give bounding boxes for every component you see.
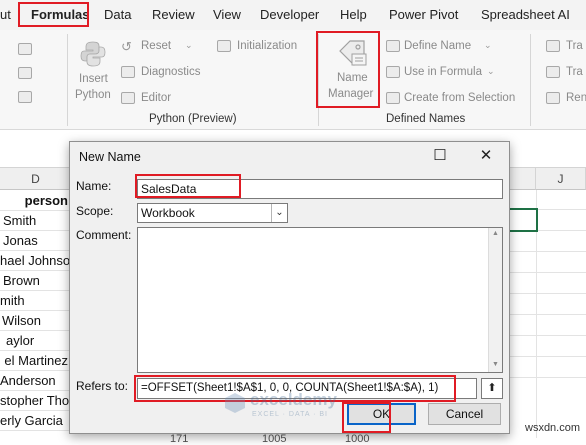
tab-data[interactable]: Data <box>104 7 131 22</box>
exceldemy-logo-icon <box>225 393 245 413</box>
cell-d[interactable]: erly Garcia <box>0 411 70 431</box>
python-group-label: Python (Preview) <box>149 113 237 125</box>
diagnostics-button[interactable]: Diagnostics <box>141 66 200 78</box>
insert-python-label-1: Insert <box>79 73 108 85</box>
cell-d[interactable]: aylor <box>0 331 70 351</box>
initialization-button[interactable]: Initialization <box>237 40 297 52</box>
cell-d-header[interactable]: person <box>0 191 70 211</box>
chevron-down-icon: ⌄ <box>487 66 495 76</box>
grid-line <box>510 314 586 315</box>
editor-icon <box>121 92 135 104</box>
scroll-down-icon[interactable]: ▼ <box>492 361 499 368</box>
trace-precedents-icon <box>546 40 560 52</box>
define-name-button[interactable]: Define Name <box>404 40 471 52</box>
cell-d[interactable]: Smith <box>0 211 70 231</box>
insert-python-button[interactable] <box>80 40 106 71</box>
cell-d[interactable]: hael Johnson <box>0 251 70 271</box>
tab-view[interactable]: View <box>213 7 241 22</box>
trace-dependents-icon <box>546 66 560 78</box>
cell-d[interactable]: stopher Thom <box>0 391 70 411</box>
scope-label: Scope: <box>76 204 114 218</box>
reset-icon: ↺ <box>121 39 132 54</box>
ribbon-separator <box>67 34 68 126</box>
reset-button[interactable]: Reset <box>141 40 171 52</box>
grid-line <box>510 356 586 357</box>
column-header-d[interactable]: D <box>0 168 72 190</box>
formulas-tab-highlight <box>18 2 89 27</box>
grid-line <box>510 293 586 294</box>
ribbon-body: Insert Python ↺ Reset ⌄ Diagnostics Edit… <box>0 30 586 130</box>
remove-arrows-button[interactable]: Ren <box>566 92 586 104</box>
create-from-selection-icon <box>386 92 400 104</box>
create-from-selection-button[interactable]: Create from Selection <box>404 92 515 104</box>
editor-button[interactable]: Editor <box>141 92 171 104</box>
tab-review[interactable]: Review <box>152 7 195 22</box>
grid-line <box>510 335 586 336</box>
python-logo-icon <box>80 41 106 67</box>
scope-select[interactable]: Workbook <box>137 203 288 223</box>
remove-arrows-icon <box>546 92 560 104</box>
column-header-j[interactable]: J <box>536 168 586 190</box>
cancel-button[interactable]: Cancel <box>428 403 501 425</box>
name-input-highlight <box>135 174 241 198</box>
tab-layout-truncated[interactable]: ut <box>0 7 11 22</box>
cell-d[interactable]: Jonas <box>0 231 70 251</box>
cell-partial-value: 1000 <box>345 433 370 445</box>
chevron-down-icon: ⌄ <box>185 40 193 50</box>
watermark-brand: exceldemy <box>250 390 337 409</box>
refers-to-label: Refers to: <box>76 379 129 393</box>
exceldemy-watermark: exceldemy EXCEL · DATA · BI <box>224 388 374 422</box>
trace-precedents-button[interactable]: Tra <box>566 40 583 52</box>
function-icon <box>18 67 32 79</box>
defined-names-group-label: Defined Names <box>386 113 466 125</box>
chevron-down-icon: ⌄ <box>484 40 492 50</box>
cell-d[interactable]: mith <box>0 291 70 311</box>
tab-power-pivot[interactable]: Power Pivot <box>389 7 458 22</box>
cell-d[interactable]: el Martinez <box>0 351 70 371</box>
insert-python-label-2: Python <box>75 89 111 101</box>
name-manager-highlight[interactable] <box>316 31 380 108</box>
collapse-dialog-icon[interactable]: ⬆ <box>481 378 503 399</box>
close-icon[interactable]: ✕ <box>473 145 499 167</box>
trace-dependents-button[interactable]: Tra <box>566 66 583 78</box>
use-in-formula-button[interactable]: Use in Formula <box>404 66 482 78</box>
cell-d[interactable]: Anderson <box>0 371 70 391</box>
name-label: Name: <box>76 179 112 193</box>
grid-line <box>510 377 586 378</box>
cell-partial-value: 171 <box>170 433 189 445</box>
function-icon <box>18 91 32 103</box>
cell-partial-value: 1005 <box>262 433 287 445</box>
diagnostics-icon <box>121 66 135 78</box>
comment-textarea[interactable] <box>137 227 503 373</box>
comment-label: Comment: <box>76 228 132 242</box>
grid-line <box>510 272 586 273</box>
selected-cell[interactable] <box>508 208 538 232</box>
cell-d[interactable]: Wilson <box>0 311 70 331</box>
watermark-tagline: EXCEL · DATA · BI <box>252 411 328 418</box>
initialization-icon <box>217 40 231 52</box>
column-header-i[interactable] <box>510 168 536 190</box>
maximize-icon[interactable]: ☐ <box>427 145 453 167</box>
tab-spreadsheet-ai[interactable]: Spreadsheet AI <box>481 7 570 22</box>
scroll-up-icon[interactable]: ▲ <box>492 230 499 237</box>
site-watermark: wsxdn.com <box>525 422 581 434</box>
tab-help[interactable]: Help <box>340 7 367 22</box>
comment-scrollbar[interactable]: ▲ ▼ <box>488 228 502 372</box>
function-icon <box>18 43 32 55</box>
use-in-formula-icon <box>386 66 400 78</box>
dialog-title: New Name <box>79 150 141 164</box>
define-name-icon <box>386 40 400 52</box>
cell-d[interactable]: Brown <box>0 271 70 291</box>
chevron-down-icon[interactable]: ⌄ <box>271 204 287 222</box>
grid-line <box>510 251 586 252</box>
tab-developer[interactable]: Developer <box>260 7 319 22</box>
ribbon-separator <box>530 34 531 126</box>
